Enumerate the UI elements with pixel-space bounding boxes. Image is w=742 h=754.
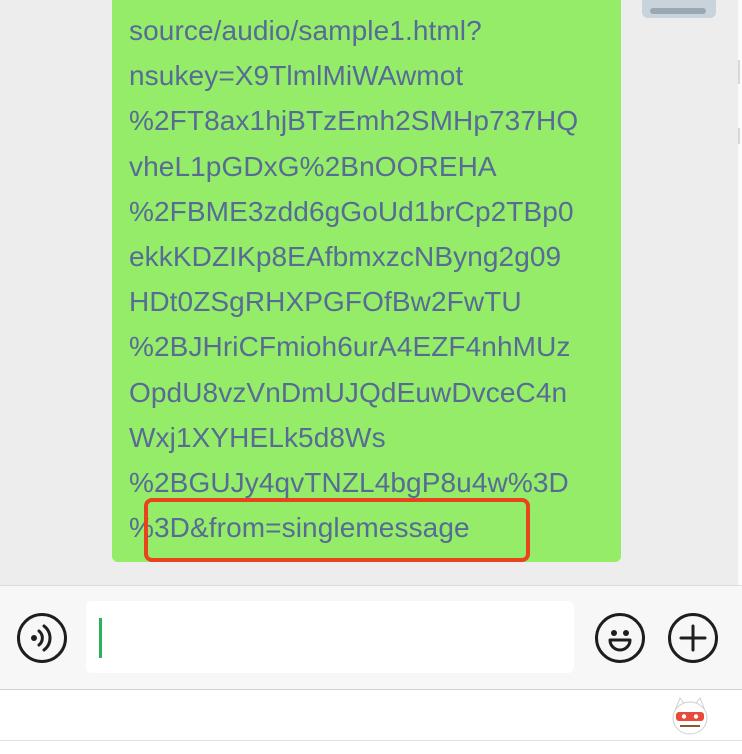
url-line[interactable]: nsukey=X9TlmlMiWAwmot [129,53,578,98]
url-line[interactable]: OpdU8vzVnDmUJQdEuwDvceC4n [129,370,578,415]
text-caret [99,618,102,658]
bottom-toolbar [0,689,742,754]
plus-icon [679,624,707,652]
url-line[interactable]: HDt0ZSgRHXPGFOfBw2FwTU [129,279,578,324]
url-line[interactable]: vheL1pGDxG%2BnOOREHA [129,144,578,189]
message-link-text[interactable]: source/audio/sample1.html? nsukey=X9Tlml… [129,8,578,550]
url-line[interactable]: %2FBME3zdd6gGoUd1brCp2TBp0 [129,189,578,234]
url-line[interactable]: ekkKDZIKp8EAfbmxzcNByng2g09 [129,234,578,279]
message-bubble[interactable]: source/audio/sample1.html? nsukey=X9Tlml… [112,0,621,562]
input-bar [0,585,742,689]
message-input[interactable] [86,601,574,673]
emoji-icon [608,630,632,652]
url-line[interactable]: %2FT8ax1hjBTzEmh2SMHp737HQ [129,98,578,143]
avatar[interactable] [642,0,716,18]
voice-button[interactable] [17,613,67,663]
voice-icon [31,624,52,652]
emoji-button[interactable] [595,613,645,663]
url-line[interactable]: source/audio/sample1.html? [129,8,578,53]
url-line[interactable]: %2BJHriCFmioh6urA4EZF4nhMUz [129,324,578,369]
more-button[interactable] [668,613,718,663]
mascot-icon[interactable] [670,694,710,738]
chat-area: source/audio/sample1.html? nsukey=X9Tlml… [0,0,742,585]
divider [0,740,742,741]
highlight-annotation [144,498,530,562]
url-line[interactable]: Wxj1XYHELk5d8Ws [129,415,578,460]
